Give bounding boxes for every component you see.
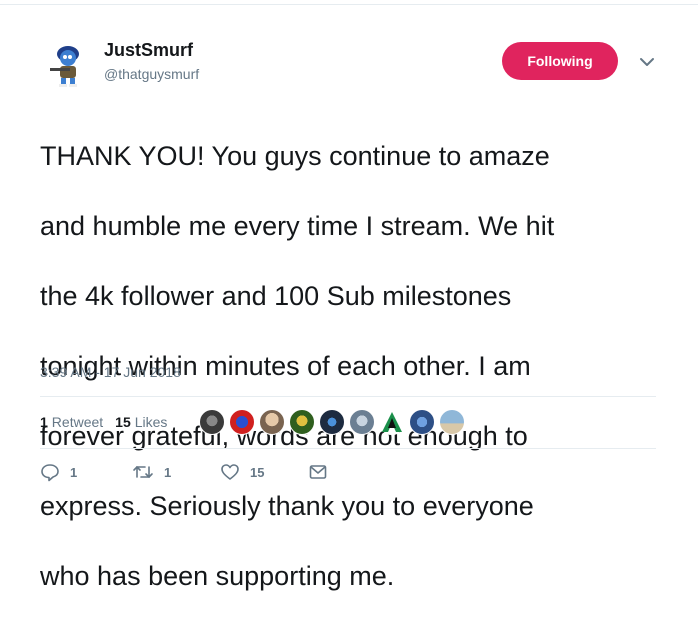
author-handle[interactable]: @thatguysmurf	[104, 66, 199, 82]
tweet-line: express. Seriously thank you to everyone	[40, 491, 534, 521]
smurf-avatar-icon	[50, 46, 79, 87]
tweet-timestamp[interactable]: 3:39 AM - 17 Jun 2018	[40, 364, 181, 380]
chevron-down-icon	[640, 58, 654, 66]
likers-avatars	[199, 409, 469, 435]
a-logo-icon	[382, 412, 402, 432]
tweet-line: THANK YOU! You guys continue to amaze	[40, 141, 550, 171]
reply-count: 1	[70, 464, 78, 480]
tweet-line: and humble me every time I stream. We hi…	[40, 211, 555, 241]
tweet-menu-button[interactable]	[637, 52, 657, 72]
author-avatar[interactable]	[46, 40, 88, 88]
liker-avatar-8[interactable]	[409, 409, 435, 435]
direct-message-button[interactable]	[308, 462, 328, 482]
tweet-line: who has been supporting me.	[40, 561, 395, 591]
liker-avatar-4[interactable]	[289, 409, 315, 435]
likes-stat[interactable]: 15 Likes	[115, 414, 167, 430]
liker-avatar-2[interactable]	[229, 409, 255, 435]
likes-count: 15	[115, 414, 131, 430]
heart-icon	[221, 464, 239, 480]
retweet-button[interactable]: 1	[132, 462, 220, 482]
stats-top-divider	[40, 396, 656, 397]
retweets-count: 1	[40, 414, 48, 430]
retweets-label: Retweet	[51, 414, 104, 430]
liker-avatar-5[interactable]	[319, 409, 345, 435]
like-count: 15	[250, 464, 265, 480]
liker-avatar-1[interactable]	[199, 409, 225, 435]
reply-button[interactable]: 1	[40, 462, 132, 482]
envelope-icon	[309, 465, 327, 479]
retweet-icon	[133, 466, 153, 478]
like-button[interactable]: 15	[220, 462, 308, 482]
retweets-stat[interactable]: 1 Retweet	[40, 414, 103, 430]
tweet-stats: 1 Retweet 15 Likes	[40, 414, 179, 430]
retweet-count: 1	[164, 464, 172, 480]
top-divider	[0, 0, 698, 5]
author-display-name[interactable]: JustSmurf	[104, 40, 193, 61]
liker-avatar-9[interactable]	[439, 409, 465, 435]
tweet-line: the 4k follower and 100 Sub milestones	[40, 281, 512, 311]
stats-bottom-divider	[40, 448, 656, 449]
reply-icon	[41, 464, 59, 482]
likes-label: Likes	[134, 414, 168, 430]
liker-avatar-6[interactable]	[349, 409, 375, 435]
tweet-actions: 1 1 15	[40, 462, 328, 482]
following-button[interactable]: Following	[502, 42, 618, 80]
liker-avatar-7[interactable]	[379, 409, 405, 435]
liker-avatar-3[interactable]	[259, 409, 285, 435]
